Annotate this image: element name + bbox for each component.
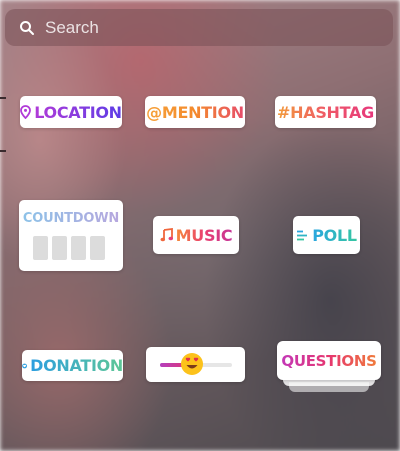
- digit-box: [71, 236, 86, 260]
- poll-label: POLL: [312, 225, 357, 245]
- search-icon: [20, 20, 34, 35]
- digit-box: [90, 236, 105, 260]
- location-label: LOCATION: [34, 102, 122, 122]
- edge-mark: [0, 97, 6, 99]
- countdown-digit-boxes: [33, 236, 105, 260]
- heart-eyes-emoji-icon[interactable]: [180, 352, 204, 376]
- digit-box: [33, 236, 48, 260]
- countdown-label: COUNTDOWN: [19, 211, 123, 226]
- donation-label: DONATION: [30, 356, 123, 375]
- poll-lines-icon: [297, 230, 308, 240]
- mention-label: @MENTION: [146, 102, 244, 122]
- location-sticker[interactable]: LOCATION: [20, 96, 122, 128]
- countdown-sticker[interactable]: COUNTDOWN: [19, 200, 123, 271]
- emoji-slider-sticker[interactable]: [146, 347, 245, 382]
- edge-mark: [0, 150, 6, 152]
- hashtag-sticker[interactable]: #HASHTAG: [275, 96, 376, 128]
- search-placeholder: Search: [45, 17, 99, 37]
- hashtag-label: #HASHTAG: [277, 102, 374, 122]
- donation-sticker[interactable]: DONATION: [22, 350, 123, 381]
- music-label: MUSIC: [175, 225, 233, 245]
- heart-icon: [22, 363, 27, 368]
- questions-label: QUESTIONS: [281, 351, 377, 370]
- poll-sticker[interactable]: POLL: [293, 216, 360, 254]
- music-sticker[interactable]: MUSIC: [153, 216, 239, 254]
- search-bar[interactable]: Search: [5, 9, 393, 46]
- mention-sticker[interactable]: @MENTION: [145, 96, 245, 128]
- music-note-icon: [160, 228, 173, 242]
- questions-sticker[interactable]: QUESTIONS: [277, 341, 381, 380]
- location-pin-icon: [20, 105, 32, 119]
- digit-box: [52, 236, 67, 260]
